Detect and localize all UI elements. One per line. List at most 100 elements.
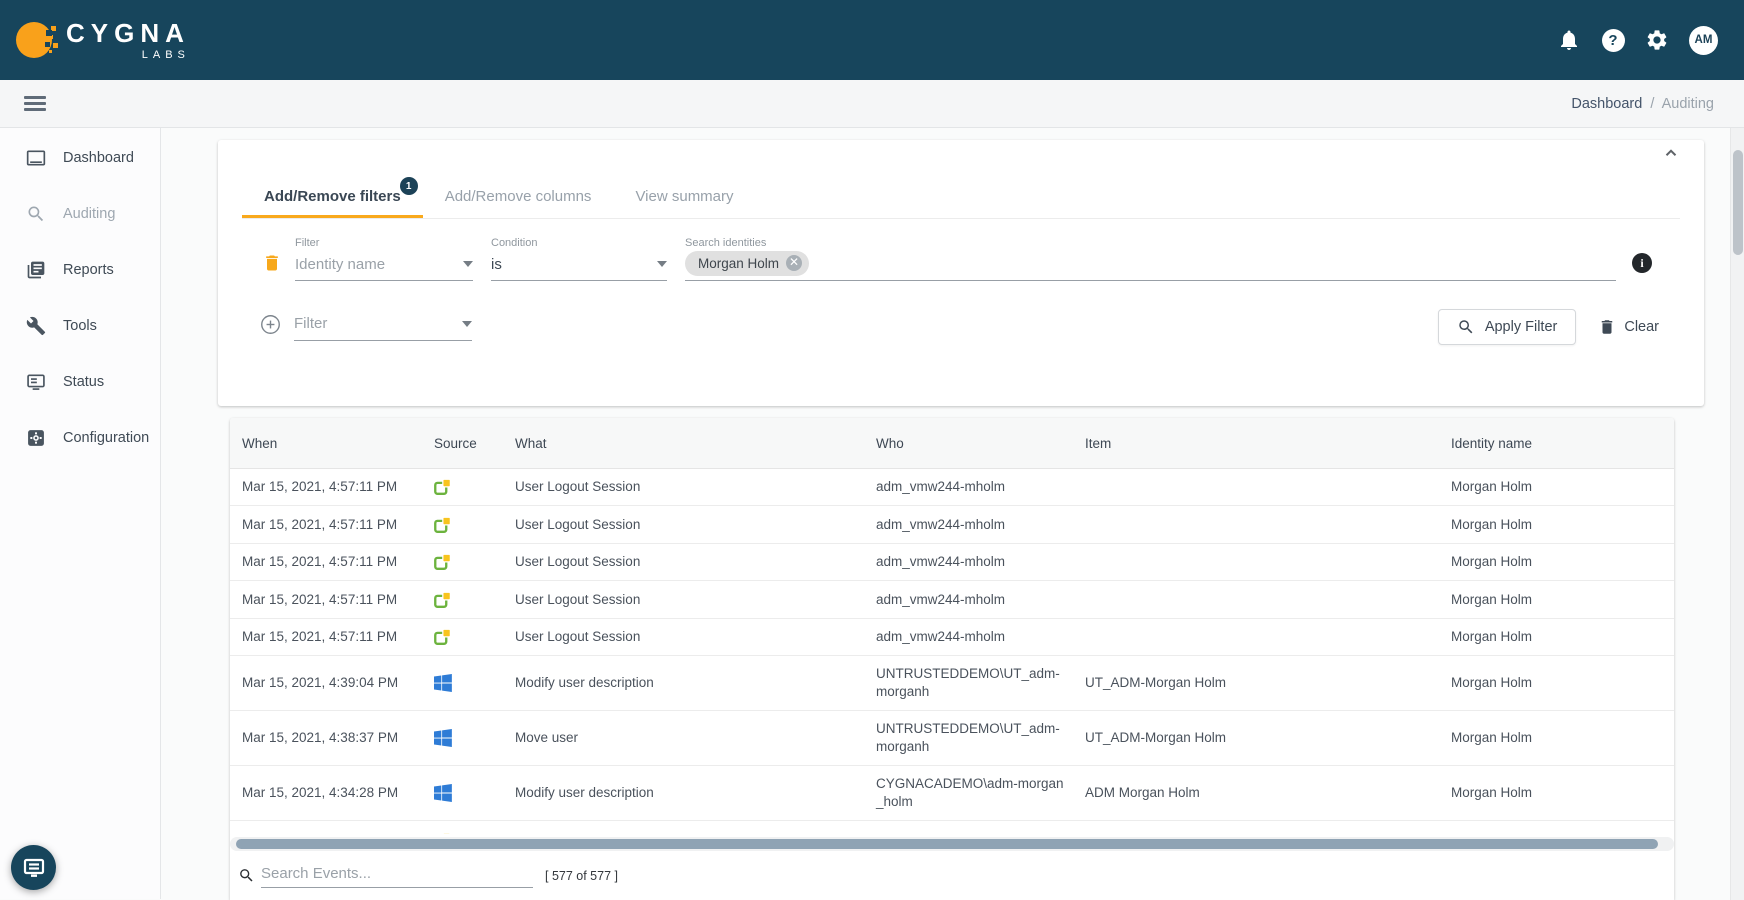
cell-who: UNTRUSTEDDEMO\UT_adm-morganh: [876, 656, 1085, 710]
cell-identity-name: Morgan Holm: [1451, 507, 1674, 543]
column-header-source[interactable]: Source: [426, 436, 515, 451]
sidebar-item-auditing[interactable]: Auditing: [0, 186, 160, 242]
clear-filter-button[interactable]: Clear: [1598, 318, 1659, 336]
horizontal-scrollbar-thumb[interactable]: [236, 839, 1658, 849]
cell-source: [426, 665, 515, 701]
vmware-icon: [434, 628, 452, 646]
table-row[interactable]: Mar 15, 2021, 4:57:11 PMUser Logout Sess…: [230, 581, 1674, 618]
cell-identity-name: Morgan Holm: [1451, 544, 1674, 580]
wrench-icon: [26, 316, 46, 336]
identity-chip-label: Morgan Holm: [698, 256, 779, 271]
sidebar-item-dashboard[interactable]: Dashboard: [0, 130, 160, 186]
chip-remove-icon[interactable]: ✕: [786, 255, 802, 271]
cell-when: Mar 15, 2021, 4:38:37 PM: [230, 720, 426, 756]
sidebar-item-label: Dashboard: [63, 150, 134, 166]
table-row[interactable]: [230, 821, 1674, 834]
add-filter-plus-icon[interactable]: [260, 314, 281, 335]
tab-add-remove-columns[interactable]: Add/Remove columns: [423, 174, 614, 218]
hamburger-menu-icon[interactable]: [24, 92, 46, 114]
filter-type-select[interactable]: Filter Identity name: [295, 237, 473, 281]
info-icon[interactable]: i: [1632, 253, 1652, 273]
breadcrumb-dashboard[interactable]: Dashboard: [1571, 96, 1642, 112]
user-avatar[interactable]: AM: [1689, 26, 1718, 55]
cell-source: [426, 544, 515, 580]
brand-sub: LABS: [142, 50, 190, 61]
column-header-who[interactable]: Who: [876, 436, 1085, 451]
support-chat-button[interactable]: [11, 845, 56, 890]
table-row[interactable]: Mar 15, 2021, 4:57:11 PM User Logout Sess…: [230, 469, 1674, 506]
cell-source: [426, 821, 515, 834]
notifications-bell-icon[interactable]: [1557, 28, 1581, 52]
horizontal-scrollbar: [230, 837, 1674, 851]
cell-identity-name: Morgan Holm: [1451, 469, 1674, 505]
sidebar-item-label: Tools: [63, 318, 97, 334]
filter-tabs: Add/Remove filters 1 Add/Remove columns …: [242, 174, 1680, 219]
sidebar-item-status[interactable]: Status: [0, 354, 160, 410]
tab-label: Add/Remove filters: [264, 188, 401, 205]
status-icon: [26, 372, 46, 392]
tab-view-summary[interactable]: View summary: [613, 174, 755, 218]
cell-who: adm_vmw244-mholm: [876, 544, 1085, 580]
column-header-identity-name[interactable]: Identity name: [1451, 436, 1674, 451]
cell-source: [426, 506, 515, 542]
filter-row: Filter Identity name Condition is Search…: [218, 219, 1704, 281]
remove-filter-trash-icon[interactable]: [262, 253, 282, 277]
vmware-icon: [434, 591, 452, 609]
apply-filter-button[interactable]: Apply Filter: [1438, 309, 1577, 345]
search-events-input[interactable]: [261, 863, 533, 888]
cell-item: [1085, 553, 1451, 571]
sidebar-item-label: Status: [63, 374, 104, 390]
tab-label: Add/Remove columns: [445, 188, 592, 205]
cell-who: adm_vmw244-mholm: [876, 469, 1085, 505]
table-footer: [ 577 of 577 ]: [230, 851, 1674, 900]
sidebar-item-reports[interactable]: Reports: [0, 242, 160, 298]
table-row[interactable]: Mar 15, 2021, 4:39:04 PMModify user desc…: [230, 656, 1674, 711]
cell-source: [426, 619, 515, 655]
cell-source: [426, 720, 515, 756]
tab-filter-count-badge: 1: [400, 177, 418, 195]
column-header-item[interactable]: Item: [1085, 436, 1451, 451]
tab-add-remove-filters[interactable]: Add/Remove filters 1: [242, 174, 423, 218]
table-row[interactable]: Mar 15, 2021, 4:38:37 PMMove userUNTRUST…: [230, 711, 1674, 766]
cell-item: [1085, 516, 1451, 534]
table-row[interactable]: Mar 15, 2021, 4:57:11 PMUser Logout Sess…: [230, 506, 1674, 543]
cell-who: CYGNACADEMO\adm-morgan_holm: [876, 766, 1085, 820]
cell-when: Mar 15, 2021, 4:57:11 PM: [230, 544, 426, 580]
cell-when: Mar 15, 2021, 4:57:11 PM: [230, 507, 426, 543]
cell-who: adm_vmw244-mholm: [876, 507, 1085, 543]
sidebar-item-tools[interactable]: Tools: [0, 298, 160, 354]
settings-gear-icon[interactable]: [1645, 28, 1669, 52]
condition-label: Condition: [491, 237, 667, 249]
search-identities-field[interactable]: Search identities Morgan Holm ✕: [685, 237, 1616, 281]
filter-label: Filter: [295, 237, 473, 249]
add-filter-select[interactable]: Filter: [294, 314, 472, 341]
table-row[interactable]: Mar 15, 2021, 4:57:11 PMUser Logout Sess…: [230, 544, 1674, 581]
sidebar-item-label: Configuration: [63, 430, 149, 446]
condition-select[interactable]: Condition is: [491, 237, 667, 281]
vertical-scrollbar-thumb[interactable]: [1733, 150, 1743, 255]
table-row[interactable]: Mar 15, 2021, 4:34:28 PMModify user desc…: [230, 766, 1674, 821]
chevron-down-icon: [463, 261, 473, 267]
chevron-down-icon: [462, 321, 472, 327]
cell-when: Mar 15, 2021, 4:57:11 PM: [230, 469, 426, 505]
vmware-icon: [434, 516, 452, 534]
cell-what: [515, 821, 876, 834]
column-header-what[interactable]: What: [515, 436, 876, 451]
sidebar-item-configuration[interactable]: Configuration: [0, 410, 160, 466]
cell-identity-name: Morgan Holm: [1451, 582, 1674, 618]
cell-when: Mar 15, 2021, 4:34:28 PM: [230, 775, 426, 811]
breadcrumb-separator: /: [1650, 96, 1654, 112]
vmware-icon: [434, 832, 452, 835]
search-icon: [1457, 318, 1475, 336]
table-row[interactable]: Mar 15, 2021, 4:57:11 PMUser Logout Sess…: [230, 619, 1674, 656]
column-header-when[interactable]: When: [230, 436, 426, 451]
collapse-panel-chevron-up-icon[interactable]: [1662, 144, 1680, 162]
cell-what: User Logout Session: [515, 619, 876, 655]
sidebar-nav: Dashboard Auditing Reports Tools Status …: [0, 128, 161, 899]
cell-what: Move user: [515, 720, 876, 756]
help-icon[interactable]: ?: [1601, 28, 1625, 52]
windows-icon: [434, 729, 452, 747]
cell-item: UT_ADM-Morgan Holm: [1085, 665, 1451, 701]
cell-item: [1085, 821, 1451, 834]
cell-what: User Logout Session: [515, 469, 876, 505]
